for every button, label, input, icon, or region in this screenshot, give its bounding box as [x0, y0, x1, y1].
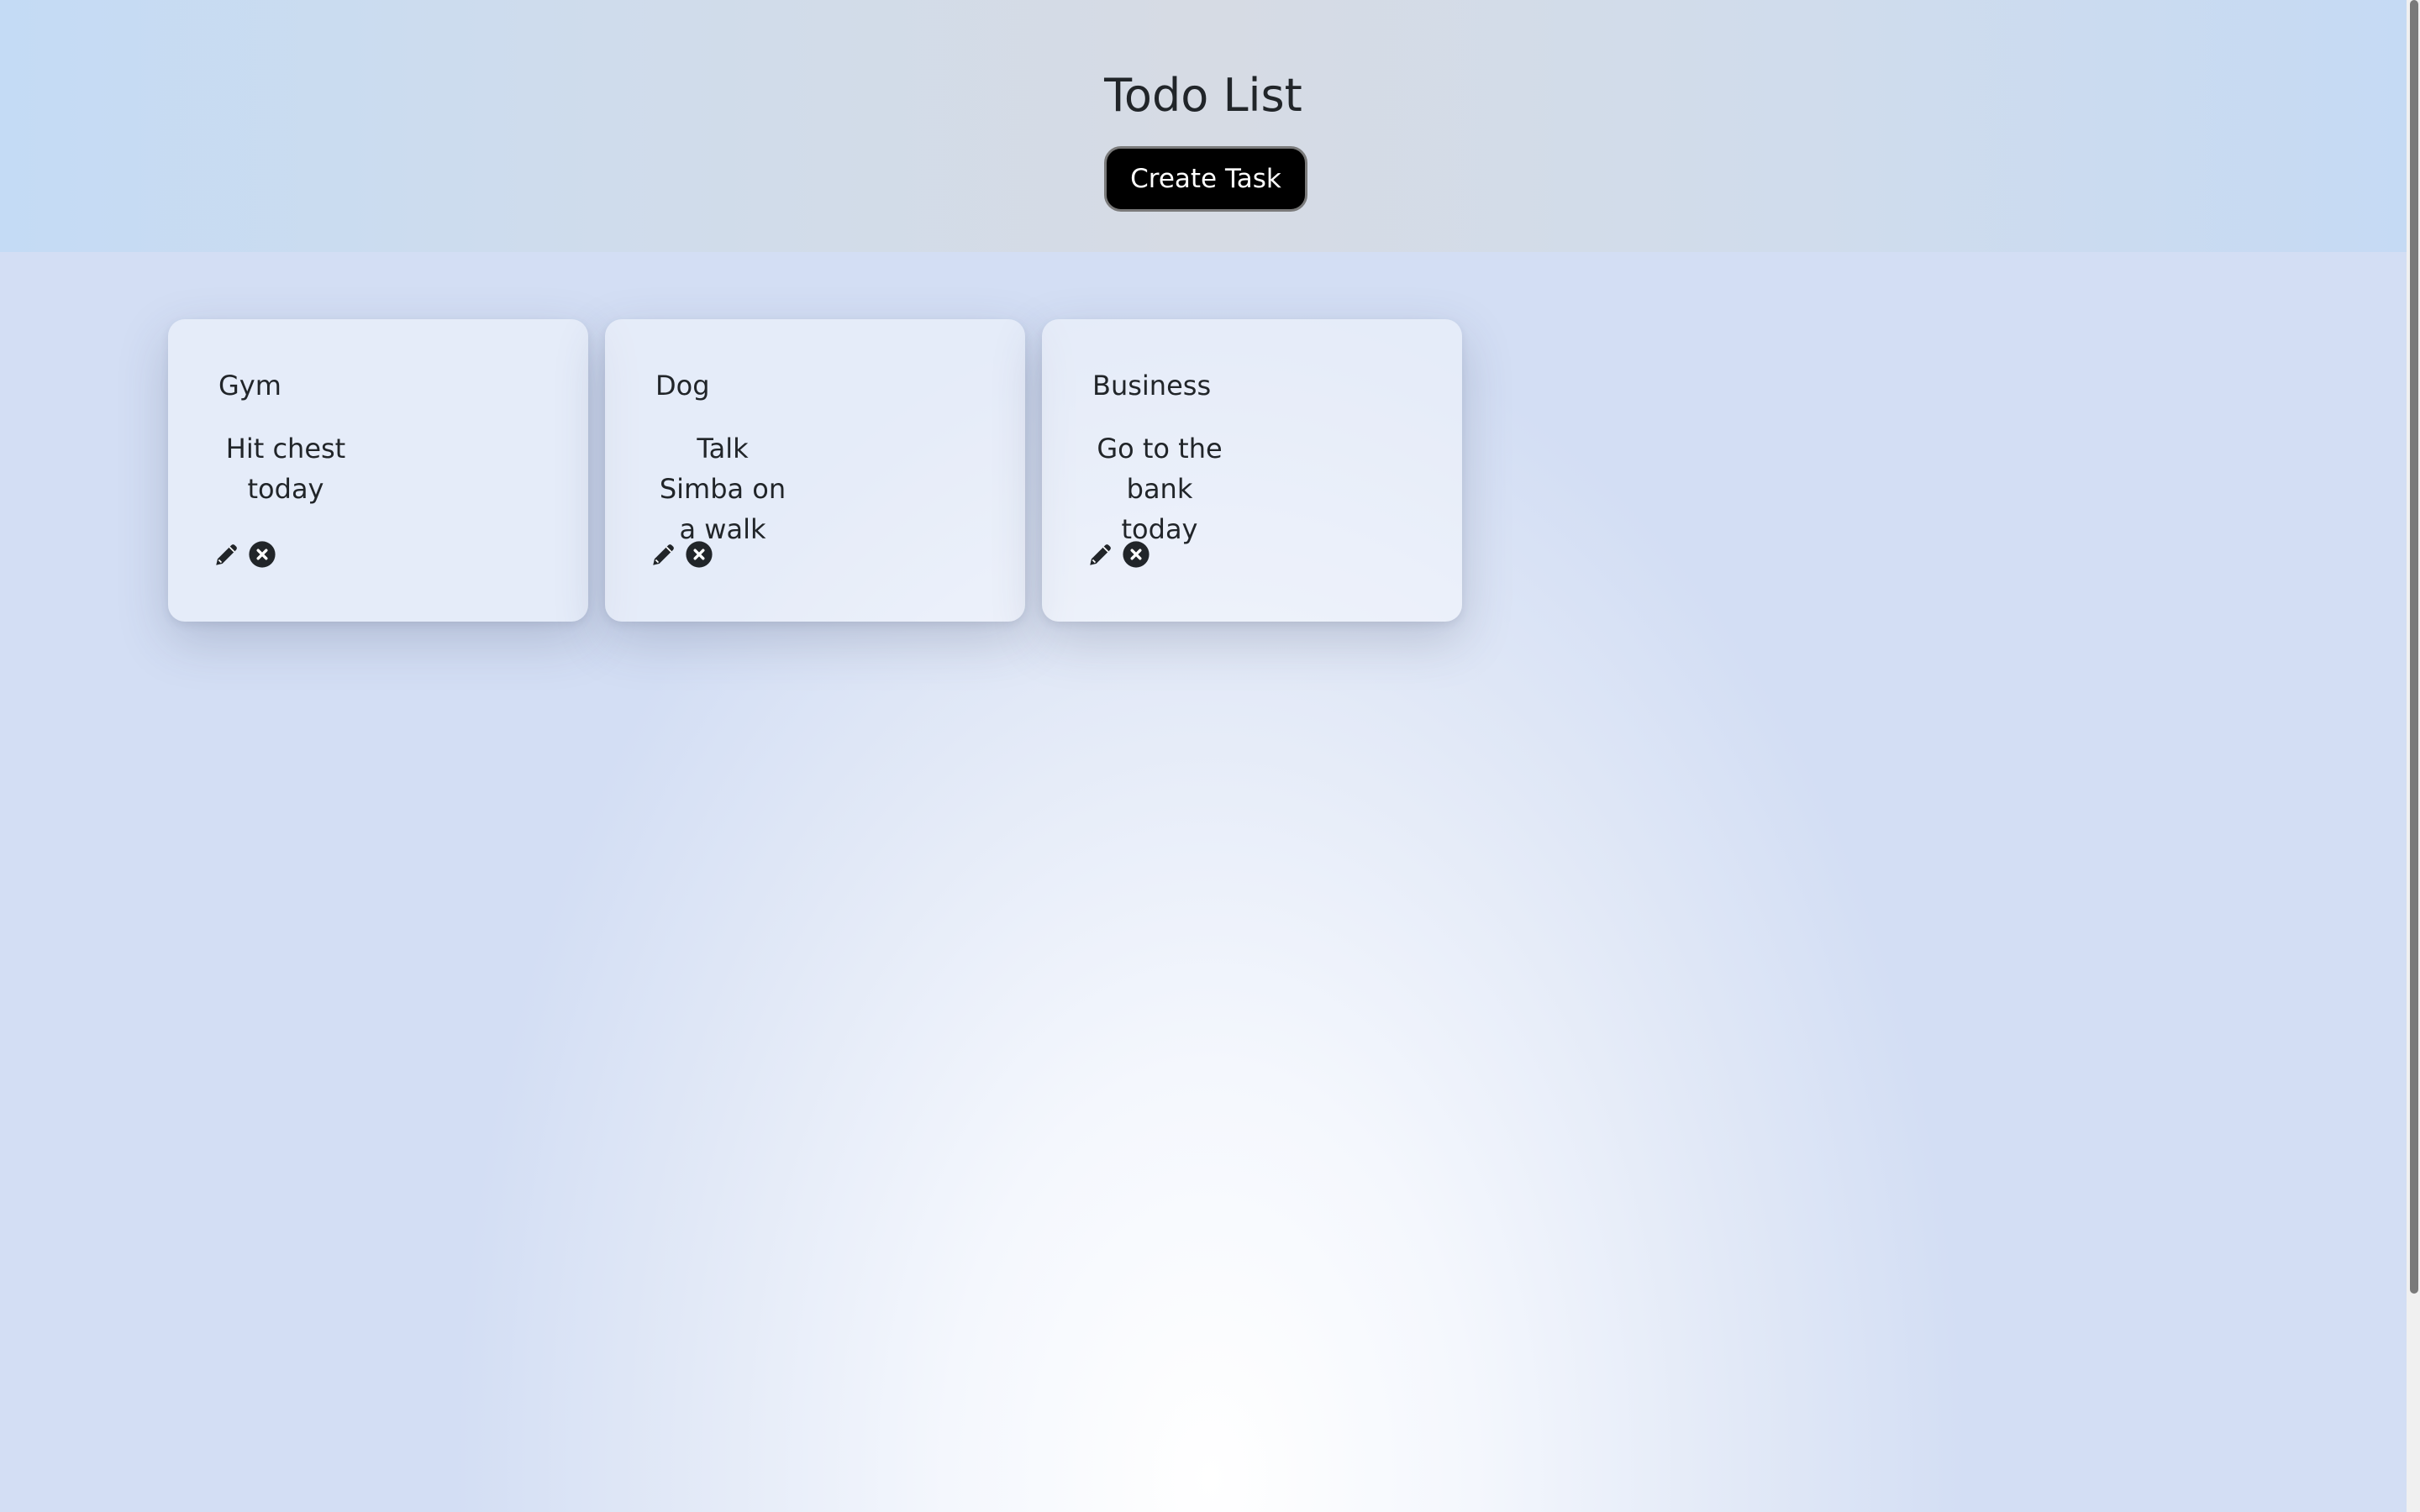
task-title: Dog: [655, 370, 710, 402]
task-card: Gym Hit chest today: [168, 319, 588, 622]
scrollbar-thumb[interactable]: [2410, 0, 2418, 1294]
task-actions: [212, 539, 277, 570]
times-circle-icon[interactable]: [247, 539, 277, 570]
create-task-button[interactable]: Create Task: [1104, 146, 1307, 212]
task-card: Business Go to the bank today: [1042, 319, 1462, 622]
pencil-icon[interactable]: [212, 539, 242, 570]
scrollbar[interactable]: [2407, 0, 2420, 1512]
task-description: Go to the bank today: [1097, 433, 1223, 545]
times-circle-icon[interactable]: [684, 539, 714, 570]
task-title: Business: [1092, 370, 1212, 402]
header: Todo List Create Task: [0, 0, 2407, 252]
pencil-icon[interactable]: [649, 539, 679, 570]
task-description: Talk Simba on a walk: [659, 433, 786, 545]
times-circle-icon[interactable]: [1121, 539, 1151, 570]
pencil-icon[interactable]: [1086, 539, 1116, 570]
task-actions: [649, 539, 714, 570]
page-title: Todo List: [1104, 69, 1302, 122]
task-list: Gym Hit chest today Dog Talk Simba on a …: [168, 319, 1462, 622]
task-card: Dog Talk Simba on a walk: [605, 319, 1025, 622]
task-title: Gym: [218, 370, 281, 402]
task-description: Hit chest today: [225, 433, 346, 505]
task-actions: [1086, 539, 1151, 570]
